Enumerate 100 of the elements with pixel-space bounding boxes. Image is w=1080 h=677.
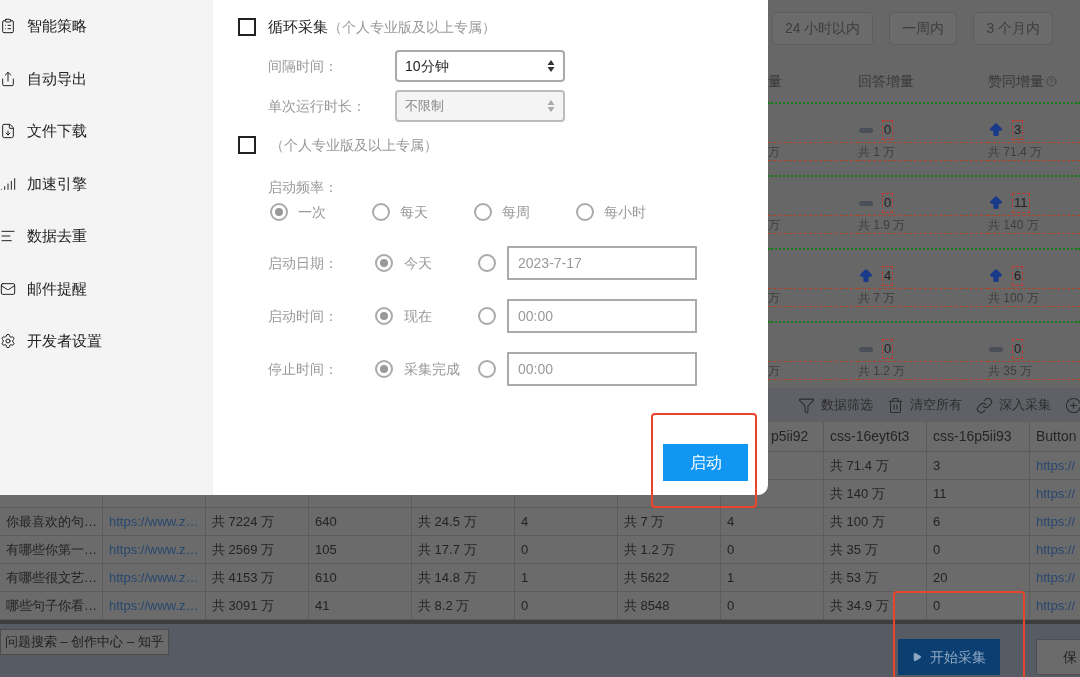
toolbar-button[interactable] (1065, 396, 1080, 414)
count-value: 0 (882, 120, 894, 140)
bar-chart-icon (0, 175, 16, 192)
url-link[interactable]: https://www.z… (109, 567, 199, 588)
url-link[interactable]: https:// (1036, 595, 1076, 616)
list-icon (0, 18, 16, 35)
table-cell-text: 共 7 万 (624, 512, 665, 531)
url-link[interactable]: https://www.z… (109, 539, 199, 560)
field-label: 停止时间： (268, 359, 339, 379)
table-cell-text: 105 (315, 540, 337, 559)
table-cell-text: 610 (315, 568, 337, 587)
column-header: Button (1036, 427, 1077, 446)
table-cell-text: 共 100 万 (830, 512, 885, 531)
sidebar-item[interactable]: 加速引擎 (0, 157, 213, 210)
field-label: 启动频率： (268, 177, 338, 197)
sidebar-item[interactable]: 智能策略 (0, 0, 213, 53)
table-cell-text: 1 (727, 568, 735, 587)
field-label: 启动日期： (268, 253, 339, 273)
sidebar-item[interactable]: 自动导出 (0, 52, 213, 105)
sidebar-item[interactable]: 开发者设置 (0, 315, 213, 368)
radio-label: 每小时 (604, 202, 646, 222)
count-value: 4 (882, 266, 894, 286)
radio-label: 每周 (502, 202, 530, 222)
toolbar-button[interactable]: 清空所有 (887, 395, 962, 415)
share-icon (0, 70, 16, 87)
table-cell-text: 共 71.4 万 (830, 456, 889, 475)
table-cell-text: 0 (933, 540, 941, 559)
link-icon (976, 396, 993, 414)
play-icon (912, 652, 922, 662)
table-cell-text: 20 (933, 568, 948, 587)
start-button[interactable]: 启动 (663, 444, 748, 481)
file-download-icon (0, 123, 16, 140)
table-cell-text: 0 (521, 596, 529, 615)
table-cell-text: 共 2569 万 (212, 540, 275, 559)
field-label: 间隔时间： (268, 56, 339, 76)
checkbox[interactable] (238, 18, 256, 36)
table-cell-text: 共 8548 (624, 596, 670, 615)
table-cell-text: 共 35 万 (830, 540, 878, 559)
radio-label: 一次 (298, 202, 326, 222)
url-link[interactable]: https:// (1036, 455, 1076, 476)
column-header: p5ii92 (771, 427, 809, 446)
table-cell-text: 共 140 万 (830, 484, 885, 503)
filter-icon (798, 396, 815, 414)
count-value: 6 (1012, 266, 1024, 286)
radio-label: 每天 (400, 202, 428, 222)
table-cell-text: 共 53 万 (830, 568, 878, 587)
start-collect-button[interactable]: 开始采集 (898, 639, 1000, 675)
option-note: （个人专业版及以上专属） (328, 17, 496, 37)
table-cell-text: 0 (727, 596, 735, 615)
up-down-icon (547, 59, 555, 73)
table-cell-text: 你最喜欢的句… (6, 512, 97, 531)
table-cell-text: 共 4153 万 (212, 568, 275, 587)
table-cell-text: 640 (315, 512, 337, 531)
table-cell-text: 共 3091 万 (212, 596, 275, 615)
table-cell-text: 0 (521, 540, 529, 559)
table-cell-text: 0 (933, 596, 941, 615)
url-link[interactable]: https://www.z… (109, 595, 199, 616)
mail-icon (0, 280, 16, 297)
sidebar-item[interactable]: 数据去重 (0, 210, 213, 263)
count-value: 0 (882, 193, 894, 213)
count-value: 0 (1012, 339, 1024, 359)
table-cell-text: 共 8.2 万 (418, 596, 470, 615)
table-cell-text: 共 34.9 万 (830, 596, 889, 615)
table-cell-text: 共 7224 万 (212, 512, 275, 531)
url-link[interactable]: https:// (1036, 567, 1076, 588)
count-value: 3 (1012, 120, 1024, 140)
url-link[interactable]: https:// (1036, 511, 1076, 532)
sidebar-item[interactable]: 邮件提醒 (0, 262, 213, 315)
count-value: 0 (882, 339, 894, 359)
browser-tab[interactable]: 问题搜索 – 创作中心 – 知乎 (0, 629, 169, 655)
select-field[interactable]: 10分钟 (395, 50, 565, 82)
url-link[interactable]: https://www.z… (109, 511, 199, 532)
sidebar-item[interactable]: 文件下载 (0, 105, 213, 158)
table-cell-text: 共 1.2 万 (624, 540, 676, 559)
up-down-icon (547, 99, 555, 113)
table-cell-text: 哪些句子你看… (6, 596, 97, 615)
url-link[interactable]: https:// (1036, 539, 1076, 560)
option-note: （个人专业版及以上专属） (270, 135, 438, 155)
table-cell-text: 3 (933, 456, 941, 475)
add-icon (1065, 396, 1080, 414)
table-cell-text: 共 5622 (624, 568, 670, 587)
radio-label: 现在 (404, 306, 432, 326)
field-label: 启动时间： (268, 306, 339, 326)
table-cell-text: 4 (521, 512, 529, 531)
table-cell-text: 11 (933, 484, 947, 503)
table-cell-text: 0 (727, 540, 735, 559)
save-button[interactable]: 保 (1036, 639, 1080, 675)
table-cell-text: 41 (315, 596, 330, 615)
column-header: css-16eyt6t3 (830, 427, 910, 446)
table-cell-text: 1 (521, 568, 529, 587)
table-cell-text: 4 (727, 512, 735, 531)
count-value: 11 (1012, 193, 1030, 213)
radio-label: 采集完成 (404, 359, 460, 379)
table-cell-text: 共 14.8 万 (418, 568, 477, 587)
option-label: 循环采集 (268, 16, 328, 37)
url-link[interactable]: https:// (1036, 483, 1076, 504)
field-label: 单次运行时长： (268, 96, 367, 116)
table-cell-text: 共 17.7 万 (418, 540, 477, 559)
trash-icon (887, 396, 904, 414)
radio-label: 今天 (404, 253, 432, 273)
